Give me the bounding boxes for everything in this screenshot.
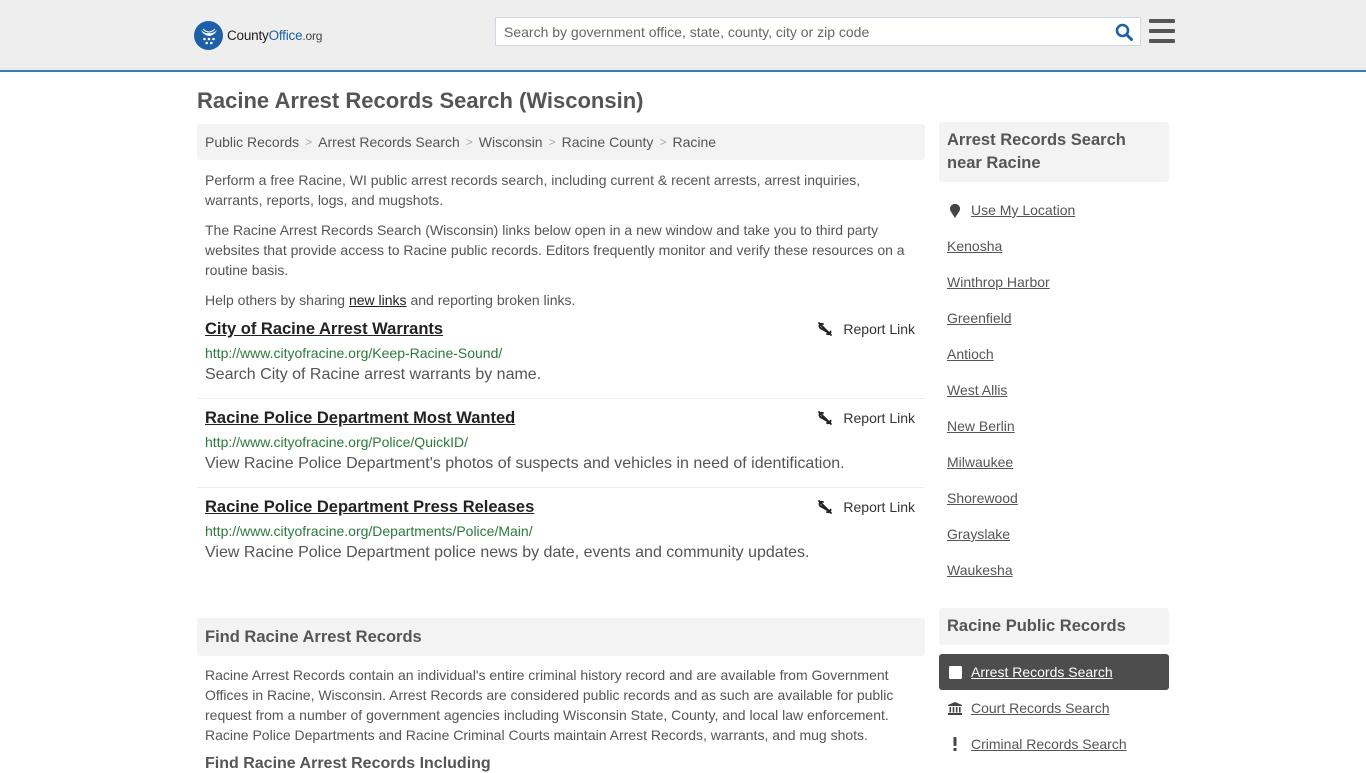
search-icon: [1115, 23, 1133, 41]
listing-title-link[interactable]: Racine Police Department Press Releases: [205, 497, 534, 517]
eagle-stars-logo-icon: [194, 21, 223, 50]
breadcrumb-public-records[interactable]: Public Records: [205, 134, 299, 150]
breadcrumb-separator: >: [659, 135, 667, 149]
map-pin-icon: [947, 203, 963, 218]
nearby-city-link-milwaukee[interactable]: Milwaukee: [947, 454, 1013, 470]
breadcrumb: Public Records > Arrest Records Search >…: [197, 124, 925, 160]
search-bar: [495, 17, 1141, 46]
sidebar-item-court-records[interactable]: Court Records Search: [939, 690, 1169, 726]
breadcrumb-racine[interactable]: Racine: [672, 134, 716, 150]
report-link-label: Report Link: [843, 499, 915, 515]
intro-paragraph-2: The Racine Arrest Records Search (Wiscon…: [205, 222, 905, 278]
courthouse-icon: [947, 701, 963, 715]
nearby-city-item: Milwaukee: [939, 444, 1169, 480]
search-input[interactable]: [496, 18, 1108, 45]
find-records-subheading: Find Racine Arrest Records Including: [205, 755, 491, 772]
breadcrumb-separator: >: [305, 135, 313, 149]
listing-url: http://www.cityofracine.org/Keep-Racine-…: [205, 345, 503, 361]
breadcrumb-separator: >: [548, 135, 556, 149]
new-links-link[interactable]: new links: [349, 292, 407, 308]
site-header: CountyOffice.org: [0, 0, 1366, 72]
nearby-city-link-antioch[interactable]: Antioch: [947, 346, 994, 362]
criminal-records-search-link[interactable]: Criminal Records Search: [971, 736, 1127, 752]
search-button[interactable]: [1108, 18, 1140, 45]
nearby-city-item: Shorewood: [939, 480, 1169, 516]
find-records-body: Racine Arrest Records contain an individ…: [205, 667, 894, 743]
nearby-city-item: Greenfield: [939, 300, 1169, 336]
report-link-button[interactable]: Report Link: [817, 499, 915, 515]
report-link-button[interactable]: Report Link: [817, 410, 915, 426]
exclamation-icon: [947, 737, 963, 751]
hamburger-menu-icon[interactable]: [1149, 19, 1175, 43]
listing-title-link[interactable]: City of Racine Arrest Warrants: [205, 319, 443, 339]
report-link-button[interactable]: Report Link: [817, 321, 915, 337]
logo-brand: Office: [268, 28, 303, 43]
listing-item: Racine Police Department Press Releases …: [197, 488, 925, 576]
find-records-heading: Find Racine Arrest Records: [197, 618, 925, 656]
listing-url: http://www.cityofracine.org/Departments/…: [205, 523, 533, 539]
page-title: Racine Arrest Records Search (Wisconsin): [197, 88, 644, 113]
broken-link-icon: [818, 411, 833, 425]
sidebar-item-arrest-records[interactable]: Arrest Records Search: [939, 654, 1169, 690]
breadcrumb-wisconsin[interactable]: Wisconsin: [479, 134, 543, 150]
court-records-search-link[interactable]: Court Records Search: [971, 700, 1110, 716]
use-my-location-link[interactable]: Use My Location: [971, 202, 1075, 218]
sidebar: Arrest Records Search near Racine Use My…: [939, 122, 1169, 762]
nearby-city-item: Waukesha: [939, 552, 1169, 588]
listing-title-link[interactable]: Racine Police Department Most Wanted: [205, 408, 515, 428]
listing-item: City of Racine Arrest Warrants Report Li…: [197, 310, 925, 399]
listing-url: http://www.cityofracine.org/Police/Quick…: [205, 434, 468, 450]
listing-item: Racine Police Department Most Wanted Rep…: [197, 399, 925, 488]
intro-paragraph-1: Perform a free Racine, WI public arrest …: [205, 172, 861, 208]
main-content: Public Records > Arrest Records Search >…: [197, 124, 925, 773]
intro-text: Perform a free Racine, WI public arrest …: [197, 170, 925, 310]
logo-wordmark: CountyOffice.org: [227, 28, 322, 43]
nearby-city-link-waukesha[interactable]: Waukesha: [947, 562, 1013, 578]
nearby-heading: Arrest Records Search near Racine: [939, 122, 1169, 182]
breadcrumb-racine-county[interactable]: Racine County: [562, 134, 654, 150]
nearby-city-link-grayslake[interactable]: Grayslake: [947, 526, 1010, 542]
arrest-records-search-link[interactable]: Arrest Records Search: [971, 664, 1113, 680]
logo-tld: .org: [302, 29, 323, 43]
broken-link-icon: [818, 500, 833, 514]
listing-description: View Racine Police Department's photos o…: [205, 455, 845, 472]
nearby-city-link-shorewood[interactable]: Shorewood: [947, 490, 1018, 506]
use-my-location-item: Use My Location: [939, 192, 1169, 228]
nearby-city-link-kenosha[interactable]: Kenosha: [947, 238, 1002, 254]
breadcrumb-arrest-records-search[interactable]: Arrest Records Search: [318, 134, 460, 150]
nearby-city-item: Kenosha: [939, 228, 1169, 264]
breadcrumb-separator: >: [465, 135, 473, 149]
public-records-heading: Racine Public Records: [939, 608, 1169, 645]
nearby-city-link-new-berlin[interactable]: New Berlin: [947, 418, 1015, 434]
nearby-city-item: Antioch: [939, 336, 1169, 372]
listing-description: Search City of Racine arrest warrants by…: [205, 366, 542, 383]
intro-text-after: and reporting broken links.: [406, 292, 576, 308]
nearby-list: Use My Location Kenosha Winthrop Harbor …: [939, 192, 1169, 588]
nearby-city-link-winthrop-harbor[interactable]: Winthrop Harbor: [947, 274, 1050, 290]
nearby-city-link-west-allis[interactable]: West Allis: [947, 382, 1007, 398]
broken-link-icon: [818, 322, 833, 336]
intro-text-before: Help others by sharing: [205, 292, 349, 308]
nearby-city-item: Winthrop Harbor: [939, 264, 1169, 300]
nearby-city-item: Grayslake: [939, 516, 1169, 552]
report-link-label: Report Link: [843, 321, 915, 337]
intro-paragraph-3: Help others by sharing new links and rep…: [205, 290, 917, 310]
nearby-city-item: West Allis: [939, 372, 1169, 408]
sidebar-item-criminal-records[interactable]: Criminal Records Search: [939, 726, 1169, 762]
nearby-city-item: New Berlin: [939, 408, 1169, 444]
nearby-city-link-greenfield[interactable]: Greenfield: [947, 310, 1012, 326]
listing-description: View Racine Police Department police new…: [205, 544, 810, 561]
site-logo[interactable]: CountyOffice.org: [194, 21, 322, 50]
public-records-list: Arrest Records Search Court Records Sear…: [939, 654, 1169, 762]
report-link-label: Report Link: [843, 410, 915, 426]
square-icon: [947, 665, 963, 679]
logo-prefix: County: [227, 28, 269, 43]
